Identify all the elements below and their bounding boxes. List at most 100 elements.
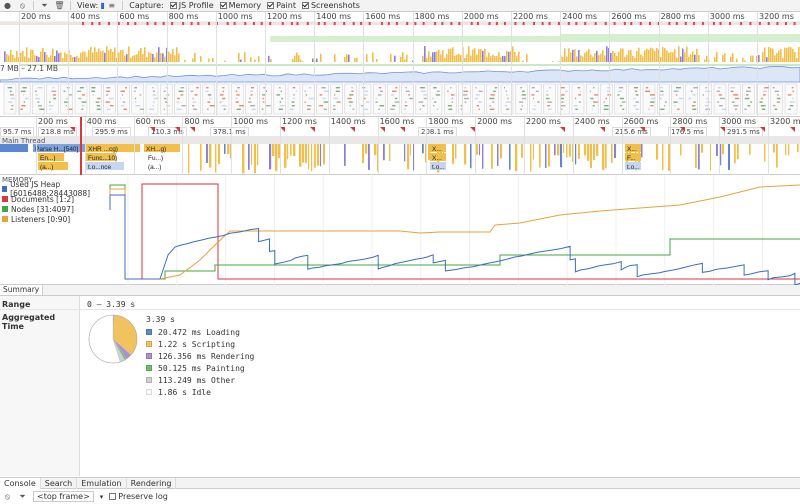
- thumbnail-detail: [333, 97, 339, 100]
- call-stripe: [200, 144, 202, 171]
- aggregated-time-label: Aggregated Time: [2, 313, 56, 331]
- js-profile-checkbox[interactable]: JS Profile: [169, 1, 214, 10]
- thumbnail-detail: [436, 108, 439, 110]
- cpu-bar: [640, 54, 642, 62]
- thumbnail-detail: [106, 90, 110, 92]
- overview-tick-label: 400 ms: [70, 12, 100, 21]
- thumbnail-detail: [135, 105, 141, 107]
- trash-icon[interactable]: 🗑: [54, 1, 64, 10]
- long-frame-marker: [333, 22, 336, 25]
- thumbnail-detail: [746, 94, 749, 96]
- timeline-overview[interactable]: 200 ms 400 ms 600 ms 800 ms 1000 ms 1200 ms 14…: [0, 12, 800, 117]
- long-frame-marker: [360, 22, 363, 25]
- warning-triangle-icon: [150, 127, 155, 132]
- call-stripe: [734, 144, 736, 164]
- cpu-bar: [456, 54, 458, 62]
- clear-icon[interactable]: ⦸: [18, 1, 27, 10]
- thumbnail-detail: [423, 97, 427, 100]
- long-frame-marker: [668, 22, 671, 25]
- warning-triangle-icon: [175, 127, 180, 132]
- long-frame-marker: [623, 22, 626, 25]
- summary-tab[interactable]: Summary: [0, 285, 44, 295]
- thumbnail-detail: [759, 101, 763, 103]
- overview-tick-label: 3000 ms: [709, 12, 745, 21]
- thumbnail-detail: [110, 105, 114, 107]
- cpu-bar: [436, 51, 438, 62]
- drawer-tab-emulation[interactable]: Emulation: [77, 477, 127, 489]
- playhead-marker[interactable]: [80, 117, 82, 175]
- thumbnail-detail: [603, 108, 609, 110]
- cpu-bar: [620, 48, 622, 62]
- cpu-bar: [684, 52, 686, 62]
- flame-view-icon[interactable]: ≡: [107, 1, 116, 10]
- long-frame-marker: [146, 22, 149, 25]
- thumbnail-detail: [603, 101, 605, 103]
- long-frame-marker: [380, 22, 383, 25]
- thumbnail-detail: [633, 87, 639, 89]
- thumbnail-detail: [776, 101, 780, 103]
- overview-gridline: [511, 12, 512, 117]
- filter-icon[interactable]: ⏷: [18, 492, 27, 501]
- thumbnail-detail: [237, 87, 240, 89]
- bars-view-icon[interactable]: ▮: [98, 1, 107, 10]
- cpu-bar: [714, 57, 716, 62]
- long-frame-marker: [476, 22, 479, 25]
- thumbnail-detail: [447, 90, 449, 92]
- drawer-tab-rendering[interactable]: Rendering: [127, 477, 177, 489]
- cpu-bar: [638, 47, 640, 62]
- thumbnail-detail: [324, 90, 329, 92]
- thumbnail-detail: [35, 94, 38, 96]
- thumbnail-detail: [747, 87, 751, 89]
- clear-console-icon[interactable]: ⦸: [3, 492, 12, 501]
- screenshots-label: Screenshots: [310, 1, 360, 10]
- cpu-bar: [586, 51, 588, 62]
- frame-select[interactable]: <top frame>: [33, 491, 94, 502]
- thumbnail-detail: [97, 97, 101, 100]
- memory-checkbox[interactable]: Memory: [219, 1, 261, 10]
- thumbnail-detail: [261, 108, 264, 110]
- warning-triangle-icon: [790, 127, 795, 132]
- preserve-log-checkbox[interactable]: Preserve log: [109, 492, 168, 501]
- drawer-tab-search[interactable]: Search: [41, 477, 78, 489]
- record-icon[interactable]: ●: [3, 1, 12, 10]
- cpu-bar: [594, 53, 596, 62]
- cpu-bar: [442, 50, 444, 62]
- filter-icon[interactable]: ⏷: [40, 1, 49, 10]
- thumbnail-detail: [123, 108, 127, 110]
- cpu-bar: [74, 57, 76, 62]
- screenshots-checkbox[interactable]: Screenshots: [301, 1, 360, 10]
- overview-tick-label: 2800 ms: [660, 12, 696, 21]
- thumbnail-detail: [39, 108, 45, 110]
- cpu-bar: [94, 47, 96, 62]
- thumbnail-detail: [434, 101, 437, 103]
- thumbnail-detail: [395, 97, 398, 100]
- cpu-bar: [138, 50, 140, 62]
- thumbnail-detail: [153, 101, 155, 103]
- cpu-bar: [174, 55, 176, 62]
- thumbnail-detail: [23, 94, 25, 96]
- thumbnail-detail: [432, 105, 435, 107]
- frame-warning-markers: [70, 127, 795, 132]
- flame-chart[interactable]: 200 ms 400 ms 600 ms 800 ms 1000 ms 1200 ms 14…: [0, 117, 800, 175]
- cpu-bar: [88, 50, 90, 62]
- flame-gridline: [84, 117, 86, 175]
- cpu-bar: [582, 56, 584, 62]
- cpu-bar: [454, 55, 456, 62]
- chevron-down-icon[interactable]: ▾: [100, 493, 104, 501]
- call-stripe: [302, 144, 305, 163]
- long-frame-marker: [548, 22, 551, 25]
- thumbnail-detail: [52, 87, 55, 89]
- call-stripe: [290, 144, 292, 156]
- thumbnail-detail: [307, 108, 311, 110]
- network-band: [270, 34, 800, 42]
- cpu-bar: [448, 48, 450, 62]
- long-frame-marker: [514, 22, 517, 25]
- drawer-tab-console[interactable]: Console: [0, 477, 41, 489]
- paint-checkbox[interactable]: Paint: [267, 1, 296, 10]
- task-block[interactable]: [0, 144, 28, 152]
- cpu-bar: [44, 52, 46, 62]
- main-thread-header[interactable]: Main Thread: [0, 136, 800, 145]
- thumbnail-detail: [95, 101, 100, 103]
- category-swatch: [146, 377, 152, 383]
- cpu-bar: [646, 48, 648, 62]
